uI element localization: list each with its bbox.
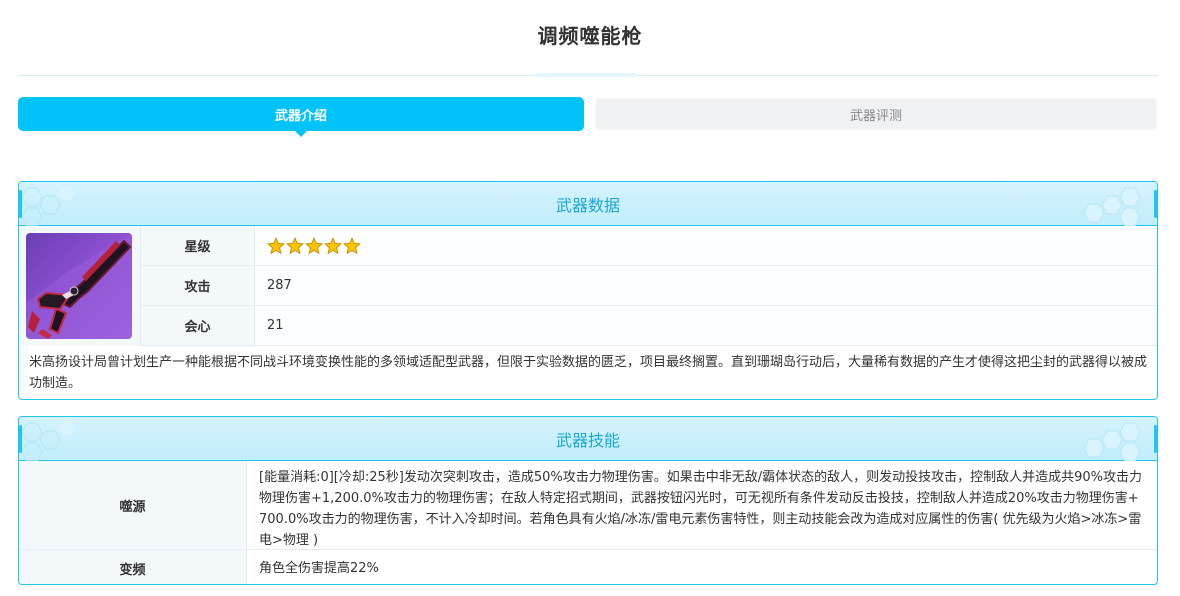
weapon-data-panel: 武器数据 星级 攻击 287 会心 21 米高扬设计局曾计划生产一种能根据不同战…	[18, 181, 1158, 400]
weapon-gun-icon	[26, 233, 132, 339]
tab-weapon-intro[interactable]: 武器介绍	[18, 97, 584, 137]
stat-value: 287	[255, 266, 1157, 305]
weapon-skills-header: 武器技能	[19, 417, 1157, 461]
weapon-stats-table: 星级 攻击 287 会心 21	[141, 226, 1157, 346]
star-icon	[267, 236, 285, 254]
edge-accent	[19, 190, 22, 218]
edge-accent	[1154, 425, 1157, 453]
stat-row-attack: 攻击 287	[141, 266, 1157, 306]
hexagon-decoration-icon	[21, 421, 75, 461]
star-icon	[324, 236, 342, 254]
stat-row-rarity: 星级	[141, 226, 1157, 266]
skill-name: 变频	[19, 550, 247, 584]
title-divider-accent	[536, 73, 638, 77]
weapon-skills-title: 武器技能	[555, 430, 620, 450]
hexagon-decoration-icon	[1083, 187, 1141, 226]
skill-description: 角色全伤害提高22%	[259, 560, 379, 576]
weapon-image	[26, 233, 132, 339]
star-icon	[286, 236, 304, 254]
stat-label: 会心	[141, 306, 255, 345]
hexagon-decoration-icon	[1083, 422, 1141, 461]
stat-label: 攻击	[141, 266, 255, 305]
page-title: 调频噬能枪	[537, 24, 643, 48]
weapon-data-title: 武器数据	[555, 195, 620, 215]
edge-accent	[1154, 190, 1157, 218]
weapon-data-header: 武器数据	[19, 182, 1157, 226]
hexagon-decoration-icon	[21, 186, 75, 226]
skill-row: 变频 角色全伤害提高22%	[19, 550, 1157, 584]
skill-description: [能量消耗:0][冷却:25秒]发动次突刺攻击，造成50%攻击力物理伤害。如果击…	[259, 470, 1143, 548]
edge-accent	[19, 425, 22, 453]
tab-bar: 武器介绍 武器评测	[18, 97, 1158, 137]
stat-label: 星级	[141, 226, 255, 265]
tab-weapon-review[interactable]: 武器评测	[594, 97, 1158, 131]
weapon-image-cell	[19, 226, 141, 346]
star-icon	[305, 236, 323, 254]
skill-name: 噬源	[19, 461, 247, 549]
weapon-description: 米高扬设计局曾计划生产一种能根据不同战斗环境变换性能的多领域适配型武器，但限于实…	[29, 355, 1148, 391]
stat-value: 21	[255, 306, 1157, 345]
stat-value-stars	[255, 226, 1157, 265]
weapon-skills-panel: 武器技能 噬源 [能量消耗:0][冷却:25秒]发动次突刺攻击，造成50%攻击力…	[18, 416, 1158, 585]
stat-row-crit: 会心 21	[141, 306, 1157, 346]
skill-row: 噬源 [能量消耗:0][冷却:25秒]发动次突刺攻击，造成50%攻击力物理伤害。…	[19, 461, 1157, 550]
star-icon	[343, 236, 361, 254]
star-rating	[267, 236, 361, 255]
